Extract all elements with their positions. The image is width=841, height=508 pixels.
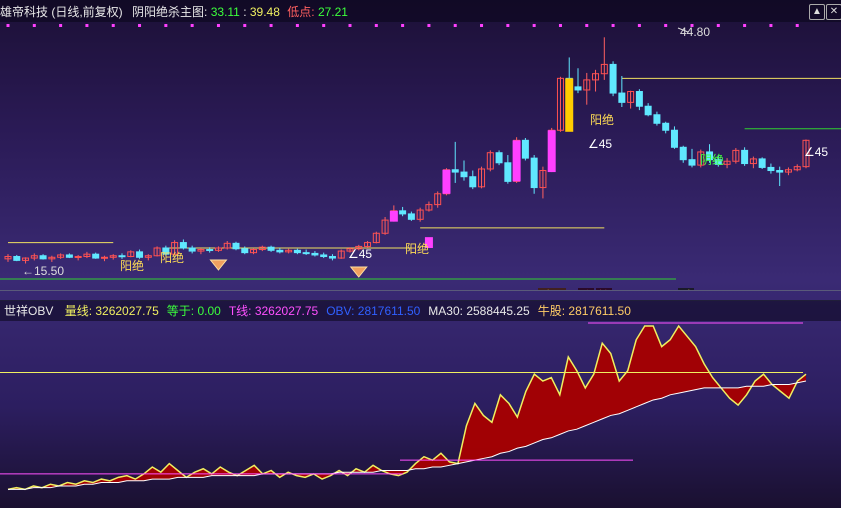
signal-dot [85, 24, 89, 27]
candle-body [232, 242, 240, 250]
signal-dot [611, 24, 615, 27]
candle-body [65, 254, 73, 258]
candle-body [399, 210, 407, 215]
yang-label: 阳绝 [120, 258, 144, 273]
candle-body [188, 247, 196, 252]
signal-dot [32, 24, 36, 27]
candle-body [39, 255, 47, 260]
signal-dot [769, 24, 773, 27]
candle-body [302, 252, 310, 255]
signal-dot [532, 24, 536, 27]
obv-chart[interactable] [0, 302, 841, 508]
candle-body [241, 248, 249, 254]
yin-label: 阴绝 [700, 152, 724, 167]
candle-body [92, 253, 100, 259]
obv-fill-area [8, 326, 806, 490]
signal-dot [480, 24, 484, 27]
signal-dot [164, 24, 168, 27]
signal-dot [348, 24, 352, 27]
candle-body [662, 122, 670, 131]
signal-dot [374, 24, 378, 27]
candle-body [767, 166, 775, 172]
angle-label: ∠45 [588, 137, 612, 151]
signal-dot [795, 24, 799, 27]
low-price-label: ←15.50 [22, 264, 64, 278]
candle-body [618, 92, 626, 103]
signal-dot [111, 24, 115, 27]
diamond-marker [349, 266, 368, 278]
panel-divider [0, 290, 841, 291]
signal-dot [743, 24, 747, 27]
candle-body [179, 242, 187, 249]
signal-dot [295, 24, 299, 27]
signal-dot [558, 24, 562, 27]
candle-body [328, 256, 336, 259]
candle-body [776, 170, 784, 173]
highlight-bar [389, 210, 398, 222]
candle-body [530, 157, 538, 189]
signal-dot [190, 24, 194, 27]
candle-body [574, 86, 582, 91]
candle-body [118, 255, 126, 258]
candle-body [504, 162, 512, 182]
highlight-bar [565, 78, 574, 132]
candle-body [451, 169, 459, 173]
signal-dot [664, 24, 668, 27]
signal-dot [59, 24, 63, 27]
candle-body [136, 251, 144, 258]
candle-body [521, 139, 529, 159]
signal-dot [506, 24, 510, 27]
signal-dot [269, 24, 273, 27]
candle-body [206, 249, 214, 252]
yang-label: 阳绝 [405, 241, 429, 256]
candle-body [670, 129, 678, 148]
highlight-bar [547, 130, 556, 173]
yang-label: 阳绝 [590, 112, 614, 127]
highlight-bar [512, 140, 521, 182]
signal-dot [585, 24, 589, 27]
candle-body [758, 158, 766, 168]
candle-body [741, 149, 749, 165]
ma30-line [8, 380, 807, 490]
diamond-marker [209, 259, 228, 271]
candle-body [293, 249, 301, 254]
signal-dot [427, 24, 431, 27]
candle-body [653, 114, 661, 124]
candle-body [469, 176, 477, 188]
candle-body [495, 152, 503, 164]
signal-dot [216, 24, 220, 27]
candle-body [311, 252, 319, 256]
candle-body [320, 254, 328, 258]
signal-dot [716, 24, 720, 27]
candle-body [100, 256, 108, 259]
signal-dot [6, 24, 10, 27]
signal-dot [322, 24, 326, 27]
candle-body [688, 159, 696, 166]
candle-body [609, 63, 617, 94]
signal-dot [401, 24, 405, 27]
signal-dot [138, 24, 142, 27]
candle-body [267, 246, 275, 251]
angle-label: ∠45 [804, 145, 828, 159]
angle-label: ∠45 [348, 247, 372, 261]
candle-body [407, 213, 415, 220]
highlight-bar [442, 169, 451, 194]
candle-body [460, 171, 468, 178]
candle-body [679, 146, 687, 161]
signal-dot [637, 24, 641, 27]
yang-label: 阳绝 [160, 250, 184, 265]
signal-dot [453, 24, 457, 27]
candle-body [276, 249, 284, 253]
price-chart[interactable]: 44.80←15.50阳绝阳绝阳绝阳绝阴绝∠45∠45∠45跌预涨榜减 [0, 0, 841, 290]
candle-body [13, 256, 21, 261]
candle-body [644, 105, 652, 116]
signal-dot [243, 24, 247, 27]
candle-body [74, 256, 82, 259]
candle-body [635, 91, 643, 107]
high-price-label: 44.80 [680, 25, 710, 39]
